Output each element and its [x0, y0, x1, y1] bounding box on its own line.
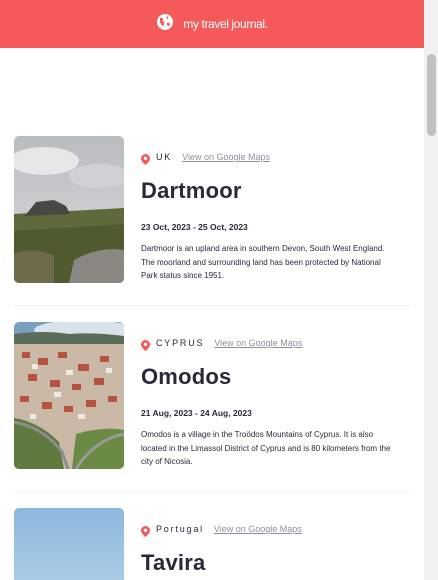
entry-dates: 23 Oct, 2023 - 25 Oct, 2023 [141, 222, 248, 232]
page-scrollbar[interactable] [424, 0, 438, 580]
google-maps-link[interactable]: View on Google Maps [182, 152, 270, 162]
entry-country: Portugal [156, 524, 204, 534]
brand[interactable]: my travel journal. [156, 13, 268, 36]
google-maps-link[interactable]: View on Google Maps [214, 338, 302, 348]
location-pin-icon [141, 152, 150, 165]
entry-dates: 21 Aug, 2023 - 24 Aug, 2023 [141, 408, 252, 418]
entry-place: Dartmoor [141, 178, 242, 203]
entry-country: UK [156, 152, 173, 162]
app-header: my travel journal. [0, 0, 424, 48]
entry-country: CYPRUS [156, 338, 205, 348]
entry-details: UK View on Google Maps Dartmoor 23 Oct, … [141, 136, 401, 283]
location-pin-icon [141, 524, 150, 537]
entry-details: CYPRUS View on Google Maps Omodos 21 Aug… [141, 322, 401, 469]
location-pin-icon [141, 338, 150, 351]
globe-icon [156, 13, 174, 36]
entry-place: Omodos [141, 364, 232, 389]
entry-place: Tavira [141, 550, 206, 575]
entry-divider [14, 491, 410, 492]
entry-description: Dartmoor is an upland area in southern D… [141, 244, 385, 280]
scrollbar-thumb[interactable] [427, 54, 436, 136]
app-title: my travel journal. [183, 17, 268, 31]
entry-divider [14, 305, 410, 306]
location-row: UK View on Google Maps [141, 150, 401, 165]
entry-photo [14, 508, 124, 580]
entry-description: Omodos is a village in the Troödos Mount… [141, 430, 391, 466]
google-maps-link[interactable]: View on Google Maps [214, 524, 302, 534]
entry-photo [14, 322, 124, 469]
entry-details: Portugal View on Google Maps Tavira [141, 508, 401, 576]
entry-photo [14, 136, 124, 283]
location-row: Portugal View on Google Maps [141, 522, 401, 537]
location-row: CYPRUS View on Google Maps [141, 336, 401, 351]
